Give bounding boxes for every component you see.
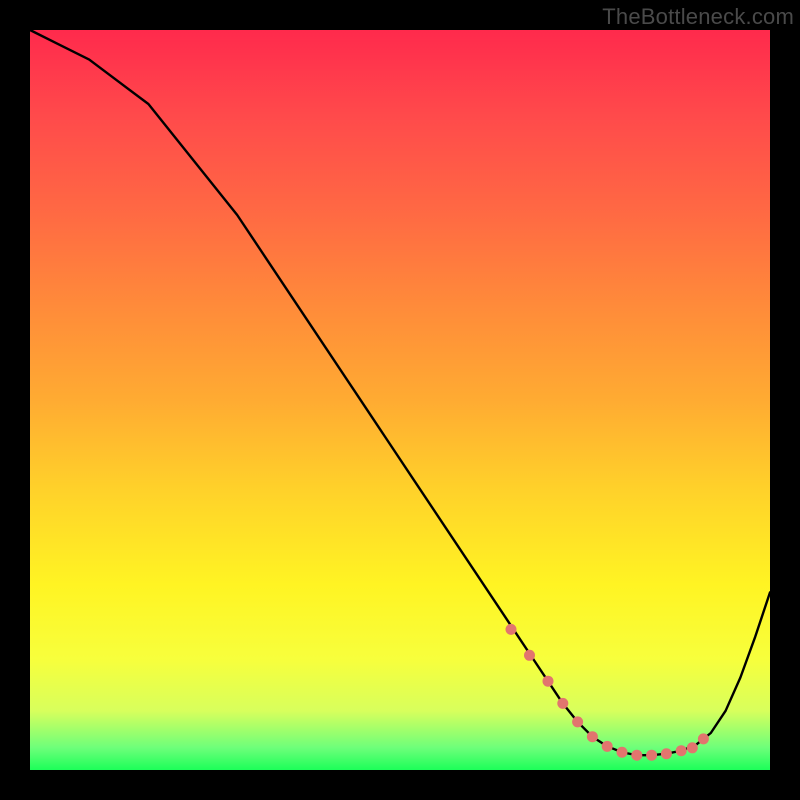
curve-dot (587, 731, 598, 742)
curve-dot (661, 748, 672, 759)
curve-dot (646, 750, 657, 761)
bottleneck-curve (30, 30, 770, 755)
curve-dot (524, 650, 535, 661)
plot-area (30, 30, 770, 770)
curve-dot (602, 741, 613, 752)
curve-dot (698, 733, 709, 744)
chart-frame: TheBottleneck.com (0, 0, 800, 800)
curve-dots (506, 624, 709, 761)
curve-dot (572, 716, 583, 727)
curve-dot (687, 742, 698, 753)
curve-dot (676, 745, 687, 756)
curve-layer (30, 30, 770, 770)
curve-dot (543, 676, 554, 687)
curve-dot (557, 698, 568, 709)
curve-dot (617, 747, 628, 758)
curve-dot (506, 624, 517, 635)
watermark-text: TheBottleneck.com (602, 4, 794, 30)
curve-dot (631, 750, 642, 761)
